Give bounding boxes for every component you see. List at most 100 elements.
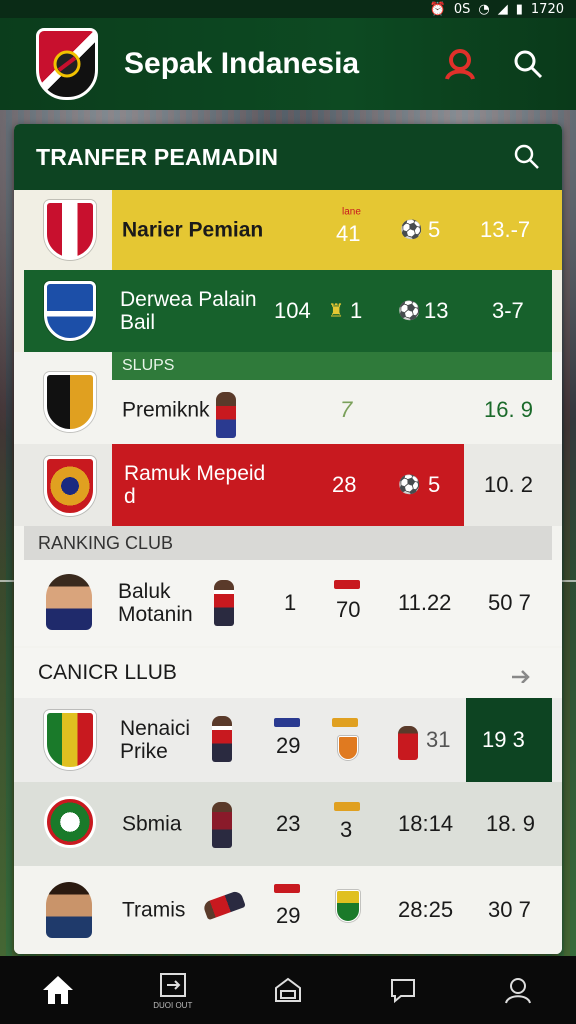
club-crest-icon: [44, 372, 96, 432]
ball-icon: ⚽: [398, 474, 421, 495]
boot-icon: ⚽: [400, 219, 423, 240]
chat-icon: [391, 979, 416, 1004]
table-row[interactable]: Nenaici Prike 29 31 19 3: [14, 698, 562, 782]
row-score: 50 7: [488, 590, 531, 615]
bottom-nav: DUOI OUT: [0, 956, 576, 1024]
table-row[interactable]: Narier Pemian lane 41 ⚽ 5 13.-7: [14, 190, 562, 270]
small-label: lane: [342, 206, 361, 218]
player-name-line1: Baluk: [118, 579, 171, 603]
mini-badge: [334, 802, 360, 811]
search-icon[interactable]: [514, 144, 540, 170]
player-diving-icon: [202, 889, 246, 921]
status-time: 1720: [530, 1, 564, 17]
club-crest-icon: [336, 890, 360, 922]
player-name: Derwea Palain Bail: [120, 288, 257, 334]
app-logo[interactable]: [36, 28, 98, 100]
section-title: RANKING CLUB: [38, 532, 174, 553]
row-value: 28:25: [398, 897, 454, 922]
club-crest-icon: [44, 281, 96, 341]
row-value: 23: [276, 811, 301, 836]
player-name: Narier Pemian: [122, 218, 264, 242]
club-crest-icon: [44, 796, 96, 848]
row-score: 13.-7: [480, 217, 531, 242]
card-header: TRANFER PEAMADIN: [14, 124, 562, 190]
club-name-line1: Nenaici: [120, 716, 191, 740]
nav-stadium[interactable]: [258, 960, 318, 1020]
row-value: 11.22: [398, 590, 452, 615]
row-value: 1: [284, 590, 297, 615]
table-row[interactable]: Tramis 29 28:25 30 7: [14, 866, 562, 954]
search-button[interactable]: [508, 44, 548, 84]
transfer-card: TRANFER PEAMADIN Narier Pemian lane 41 ⚽…: [14, 124, 562, 954]
mini-badge: [274, 884, 300, 893]
club-name-line2: Prike: [120, 740, 168, 763]
player-name-line1: Derwea Palain: [120, 287, 257, 311]
mini-badge: [274, 718, 300, 727]
row-value: 3: [340, 817, 353, 842]
alarm-icon: ⏰: [429, 1, 446, 17]
nav-chat[interactable]: [373, 960, 433, 1020]
row-value: 18:14: [398, 811, 454, 836]
player-name-line2: d: [124, 485, 136, 508]
crest-icon: [53, 50, 81, 78]
row-value: 70: [336, 597, 361, 622]
table-row[interactable]: Baluk Motanin 1 70 11.22 50 7: [14, 560, 562, 646]
table-row[interactable]: Ramuk Mepeid d 28 ⚽ 5 10. 2: [14, 444, 562, 526]
club-name: Tramis: [122, 898, 186, 922]
home-icon: [42, 976, 73, 1004]
nav-label: DUOI OUT: [153, 1000, 193, 1010]
wifi-icon: ◔: [478, 1, 490, 17]
player-avatar-icon: [398, 726, 418, 760]
stadium-icon: [274, 977, 301, 1002]
row-score: 18. 9: [486, 811, 535, 836]
mini-badge: [334, 580, 360, 589]
row-value: 29: [276, 903, 301, 928]
player-name: Premiknk: [122, 398, 210, 422]
ball-icon: ⚽: [398, 300, 421, 321]
section-title: CANICR LLUB: [38, 661, 177, 684]
nav-home[interactable]: [28, 960, 88, 1020]
sort-icon[interactable]: [510, 663, 536, 683]
player-photo: [46, 574, 92, 630]
player-name-line1: Ramuk Mepeid: [124, 461, 266, 485]
player-photo: [46, 882, 92, 938]
row-score: 3-7: [492, 298, 524, 323]
app-bar: Sepak Indanesia: [0, 18, 576, 110]
row-value: 41: [336, 221, 361, 246]
table-row[interactable]: Derwea Palain Bail 104 ♜ 1 ⚽ 13 3-7: [14, 270, 562, 352]
search-icon: [514, 50, 543, 79]
club-name: Nenaici Prike: [120, 717, 190, 763]
club-crest-icon: [44, 710, 96, 770]
row-score: 19 3: [482, 727, 525, 752]
player-avatar-icon: [212, 802, 232, 848]
profile-button[interactable]: [440, 44, 480, 84]
club-crest-icon: [44, 200, 96, 260]
club-crest-icon: [44, 456, 96, 516]
table-row[interactable]: Sbmia 23 3 18:14 18. 9: [14, 782, 562, 866]
battery-icon: ▮: [515, 1, 523, 17]
player-avatar-icon: [212, 716, 232, 762]
section-header-ranking: RANKING CLUB: [24, 526, 552, 560]
row-score: 16. 9: [484, 397, 533, 422]
user-icon: [445, 49, 475, 80]
row-value: 1: [350, 298, 363, 323]
nav-profile[interactable]: [488, 960, 548, 1020]
carrier-text: 0S: [453, 1, 471, 17]
card-title: TRANFER PEAMADIN: [36, 143, 279, 170]
trophy-icon: ♜: [328, 300, 345, 321]
row-value: 29: [276, 733, 301, 758]
row-score: 30 7: [488, 897, 531, 922]
player-avatar-icon: [214, 580, 234, 626]
player-name: Baluk Motanin: [118, 580, 193, 626]
row-value: 5: [428, 472, 441, 497]
player-name-line2: Motanin: [118, 603, 193, 626]
table-row[interactable]: Premiknk 7 16. 9: [14, 352, 562, 442]
club-name: Sbmia: [122, 812, 182, 836]
transfer-icon: [159, 972, 186, 997]
trophy-icon: [338, 736, 358, 760]
row-value: 31: [426, 727, 451, 752]
status-bar: ⏰ 0S ◔ ◢ ▮ 1720: [0, 0, 576, 18]
player-name-line2: Bail: [120, 311, 156, 334]
player-name: Ramuk Mepeid d: [124, 462, 265, 508]
nav-transfer[interactable]: DUOI OUT: [143, 960, 203, 1020]
